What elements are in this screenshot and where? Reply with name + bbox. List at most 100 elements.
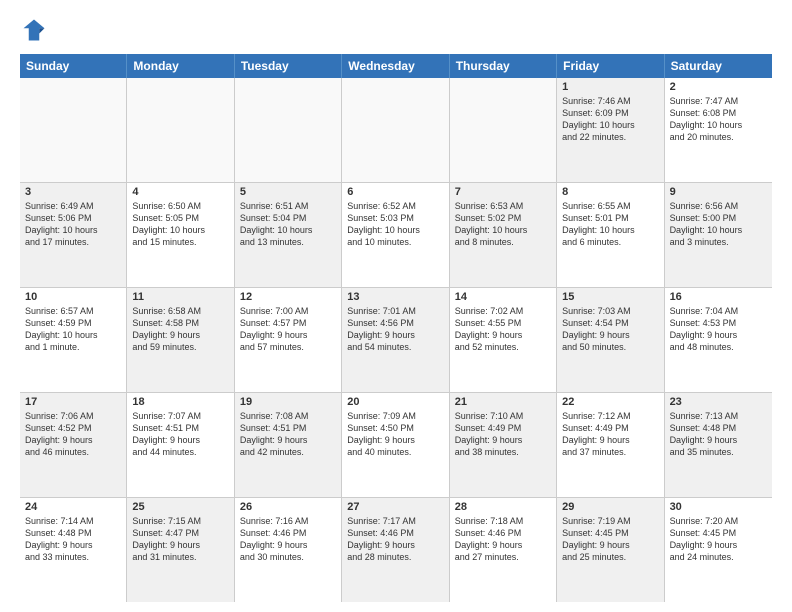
cell-info-text: Sunrise: 7:47 AM Sunset: 6:08 PM Dayligh… (670, 95, 767, 144)
cell-info-text: Sunrise: 7:03 AM Sunset: 4:54 PM Dayligh… (562, 305, 658, 354)
cell-info-text: Sunrise: 7:04 AM Sunset: 4:53 PM Dayligh… (670, 305, 767, 354)
cell-info-text: Sunrise: 7:20 AM Sunset: 4:45 PM Dayligh… (670, 515, 767, 564)
cal-cell-3-3: 20 Sunrise: 7:09 AM Sunset: 4:50 PM Dayli… (342, 393, 449, 497)
cal-cell-2-3: 13 Sunrise: 7:01 AM Sunset: 4:56 PM Dayli… (342, 288, 449, 392)
cell-info-text: Sunrise: 6:53 AM Sunset: 5:02 PM Dayligh… (455, 200, 551, 249)
cell-info-text: Sunrise: 6:55 AM Sunset: 5:01 PM Dayligh… (562, 200, 658, 249)
day-number: 17 (25, 396, 121, 408)
calendar-row-0: 1 Sunrise: 7:46 AM Sunset: 6:09 PM Daylig… (20, 78, 772, 183)
cal-cell-2-5: 15 Sunrise: 7:03 AM Sunset: 4:54 PM Dayli… (557, 288, 664, 392)
day-number: 27 (347, 501, 443, 513)
cal-cell-0-0 (20, 78, 127, 182)
cal-cell-4-3: 27 Sunrise: 7:17 AM Sunset: 4:46 PM Dayli… (342, 498, 449, 602)
cal-cell-2-1: 11 Sunrise: 6:58 AM Sunset: 4:58 PM Dayli… (127, 288, 234, 392)
cal-cell-4-5: 29 Sunrise: 7:19 AM Sunset: 4:45 PM Dayli… (557, 498, 664, 602)
day-number: 23 (670, 396, 767, 408)
cell-info-text: Sunrise: 7:18 AM Sunset: 4:46 PM Dayligh… (455, 515, 551, 564)
day-number: 25 (132, 501, 228, 513)
cal-cell-3-6: 23 Sunrise: 7:13 AM Sunset: 4:48 PM Dayli… (665, 393, 772, 497)
day-number: 18 (132, 396, 228, 408)
cell-info-text: Sunrise: 7:07 AM Sunset: 4:51 PM Dayligh… (132, 410, 228, 459)
cell-info-text: Sunrise: 6:50 AM Sunset: 5:05 PM Dayligh… (132, 200, 228, 249)
day-number: 24 (25, 501, 121, 513)
calendar-row-3: 17 Sunrise: 7:06 AM Sunset: 4:52 PM Dayli… (20, 393, 772, 498)
cell-info-text: Sunrise: 7:08 AM Sunset: 4:51 PM Dayligh… (240, 410, 336, 459)
day-number: 21 (455, 396, 551, 408)
cell-info-text: Sunrise: 6:57 AM Sunset: 4:59 PM Dayligh… (25, 305, 121, 354)
cell-info-text: Sunrise: 7:09 AM Sunset: 4:50 PM Dayligh… (347, 410, 443, 459)
cal-cell-1-6: 9 Sunrise: 6:56 AM Sunset: 5:00 PM Daylig… (665, 183, 772, 287)
cell-info-text: Sunrise: 7:01 AM Sunset: 4:56 PM Dayligh… (347, 305, 443, 354)
cell-info-text: Sunrise: 7:10 AM Sunset: 4:49 PM Dayligh… (455, 410, 551, 459)
day-number: 11 (132, 291, 228, 303)
calendar: SundayMondayTuesdayWednesdayThursdayFrid… (20, 54, 772, 602)
header-day-saturday: Saturday (665, 54, 772, 78)
calendar-row-2: 10 Sunrise: 6:57 AM Sunset: 4:59 PM Dayli… (20, 288, 772, 393)
cell-info-text: Sunrise: 6:56 AM Sunset: 5:00 PM Dayligh… (670, 200, 767, 249)
cell-info-text: Sunrise: 7:15 AM Sunset: 4:47 PM Dayligh… (132, 515, 228, 564)
day-number: 22 (562, 396, 658, 408)
day-number: 14 (455, 291, 551, 303)
cal-cell-0-2 (235, 78, 342, 182)
day-number: 15 (562, 291, 658, 303)
cal-cell-3-2: 19 Sunrise: 7:08 AM Sunset: 4:51 PM Dayli… (235, 393, 342, 497)
cell-info-text: Sunrise: 7:46 AM Sunset: 6:09 PM Dayligh… (562, 95, 658, 144)
cell-info-text: Sunrise: 6:49 AM Sunset: 5:06 PM Dayligh… (25, 200, 121, 249)
cell-info-text: Sunrise: 7:17 AM Sunset: 4:46 PM Dayligh… (347, 515, 443, 564)
logo (20, 16, 52, 44)
day-number: 9 (670, 186, 767, 198)
cal-cell-1-4: 7 Sunrise: 6:53 AM Sunset: 5:02 PM Daylig… (450, 183, 557, 287)
cell-info-text: Sunrise: 7:12 AM Sunset: 4:49 PM Dayligh… (562, 410, 658, 459)
header-day-wednesday: Wednesday (342, 54, 449, 78)
day-number: 3 (25, 186, 121, 198)
cal-cell-3-1: 18 Sunrise: 7:07 AM Sunset: 4:51 PM Dayli… (127, 393, 234, 497)
cal-cell-0-3 (342, 78, 449, 182)
day-number: 28 (455, 501, 551, 513)
cal-cell-4-4: 28 Sunrise: 7:18 AM Sunset: 4:46 PM Dayli… (450, 498, 557, 602)
header-day-thursday: Thursday (450, 54, 557, 78)
day-number: 20 (347, 396, 443, 408)
cal-cell-4-0: 24 Sunrise: 7:14 AM Sunset: 4:48 PM Dayli… (20, 498, 127, 602)
cal-cell-1-1: 4Sunrise: 6:50 AM Sunset: 5:05 PM Daylig… (127, 183, 234, 287)
header-day-friday: Friday (557, 54, 664, 78)
cal-cell-2-2: 12 Sunrise: 7:00 AM Sunset: 4:57 PM Dayli… (235, 288, 342, 392)
day-number: 30 (670, 501, 767, 513)
cal-cell-3-0: 17 Sunrise: 7:06 AM Sunset: 4:52 PM Dayli… (20, 393, 127, 497)
day-number: 1 (562, 81, 658, 93)
day-number: 29 (562, 501, 658, 513)
day-number: 2 (670, 81, 767, 93)
cell-info-text: Sunrise: 7:06 AM Sunset: 4:52 PM Dayligh… (25, 410, 121, 459)
cal-cell-1-0: 3 Sunrise: 6:49 AM Sunset: 5:06 PM Daylig… (20, 183, 127, 287)
cal-cell-2-0: 10 Sunrise: 6:57 AM Sunset: 4:59 PM Dayli… (20, 288, 127, 392)
header-day-tuesday: Tuesday (235, 54, 342, 78)
cell-info-text: Sunrise: 6:52 AM Sunset: 5:03 PM Dayligh… (347, 200, 443, 249)
cal-cell-3-5: 22 Sunrise: 7:12 AM Sunset: 4:49 PM Dayli… (557, 393, 664, 497)
cell-info-text: Sunrise: 7:19 AM Sunset: 4:45 PM Dayligh… (562, 515, 658, 564)
cal-cell-0-1 (127, 78, 234, 182)
logo-icon (20, 16, 48, 44)
cell-info-text: Sunrise: 7:14 AM Sunset: 4:48 PM Dayligh… (25, 515, 121, 564)
calendar-row-1: 3 Sunrise: 6:49 AM Sunset: 5:06 PM Daylig… (20, 183, 772, 288)
header (20, 16, 772, 44)
calendar-row-4: 24 Sunrise: 7:14 AM Sunset: 4:48 PM Dayli… (20, 498, 772, 602)
day-number: 13 (347, 291, 443, 303)
day-number: 6 (347, 186, 443, 198)
day-number: 10 (25, 291, 121, 303)
cal-cell-2-6: 16Sunrise: 7:04 AM Sunset: 4:53 PM Dayli… (665, 288, 772, 392)
cal-cell-0-4 (450, 78, 557, 182)
cell-info-text: Sunrise: 6:58 AM Sunset: 4:58 PM Dayligh… (132, 305, 228, 354)
day-number: 19 (240, 396, 336, 408)
page: SundayMondayTuesdayWednesdayThursdayFrid… (0, 0, 792, 612)
cal-cell-1-3: 6 Sunrise: 6:52 AM Sunset: 5:03 PM Daylig… (342, 183, 449, 287)
cal-cell-1-5: 8Sunrise: 6:55 AM Sunset: 5:01 PM Daylig… (557, 183, 664, 287)
cell-info-text: Sunrise: 7:00 AM Sunset: 4:57 PM Dayligh… (240, 305, 336, 354)
cal-cell-1-2: 5Sunrise: 6:51 AM Sunset: 5:04 PM Daylig… (235, 183, 342, 287)
cal-cell-0-6: 2 Sunrise: 7:47 AM Sunset: 6:08 PM Daylig… (665, 78, 772, 182)
cal-cell-4-2: 26Sunrise: 7:16 AM Sunset: 4:46 PM Dayli… (235, 498, 342, 602)
day-number: 7 (455, 186, 551, 198)
cal-cell-0-5: 1 Sunrise: 7:46 AM Sunset: 6:09 PM Daylig… (557, 78, 664, 182)
cal-cell-2-4: 14Sunrise: 7:02 AM Sunset: 4:55 PM Dayli… (450, 288, 557, 392)
cell-info-text: Sunrise: 7:13 AM Sunset: 4:48 PM Dayligh… (670, 410, 767, 459)
calendar-header: SundayMondayTuesdayWednesdayThursdayFrid… (20, 54, 772, 78)
day-number: 12 (240, 291, 336, 303)
